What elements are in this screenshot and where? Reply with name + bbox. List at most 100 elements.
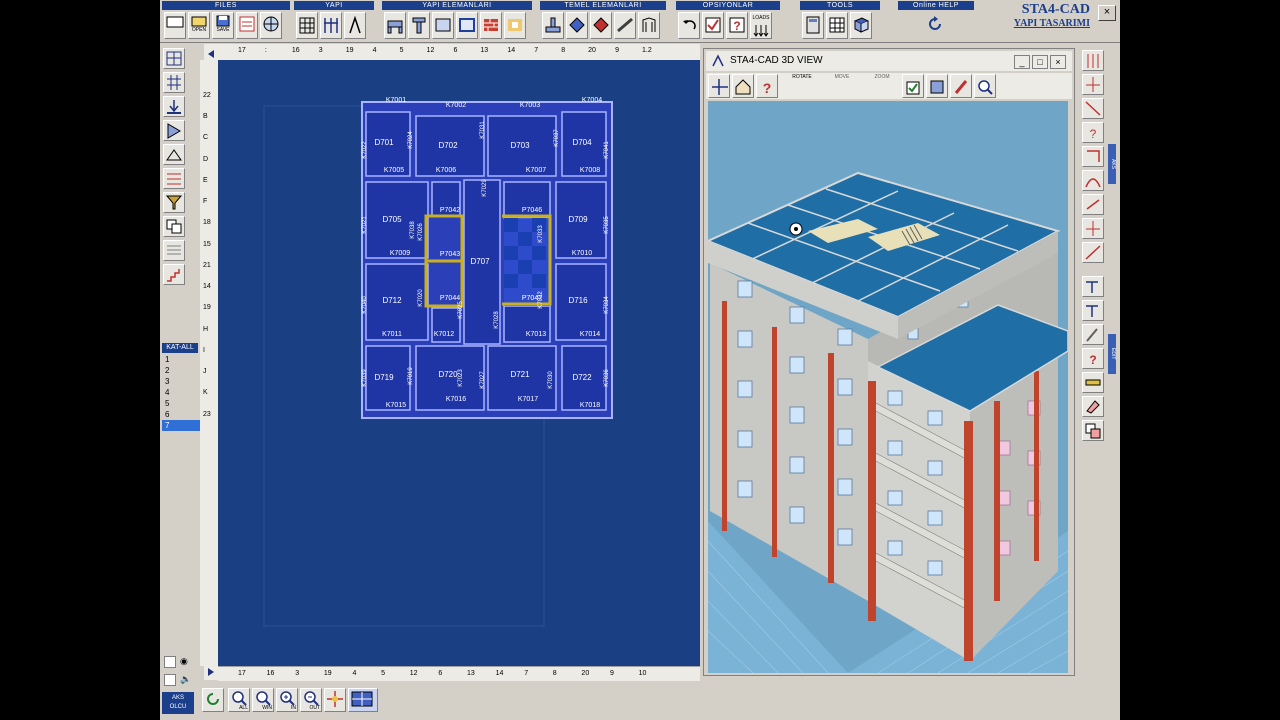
point-tool-button[interactable] <box>1082 74 1104 95</box>
beam-label[interactable]: K7006 <box>436 167 456 174</box>
ruler-button[interactable] <box>344 12 366 39</box>
vertical-beam-label[interactable]: K7025 <box>458 301 464 319</box>
eraser-button[interactable] <box>1082 396 1104 417</box>
open-button[interactable]: OPEN <box>188 12 210 39</box>
calculator-button[interactable] <box>802 12 824 39</box>
footing-button[interactable] <box>542 12 564 39</box>
vertical-beam-label[interactable]: K7037 <box>554 129 560 147</box>
stairs-button[interactable] <box>163 264 185 285</box>
filter-button[interactable] <box>163 192 185 213</box>
3d-home-button[interactable] <box>732 74 754 98</box>
app-close-button[interactable]: × <box>1098 5 1116 21</box>
opening-button[interactable] <box>504 12 526 39</box>
wall-button[interactable] <box>456 12 478 39</box>
brick-button[interactable] <box>480 12 502 39</box>
vertical-beam-label[interactable]: K7034 <box>604 296 610 314</box>
beam-button[interactable] <box>384 12 406 39</box>
shear-wall-label[interactable]: P7044 <box>440 295 460 302</box>
zoom-all-button[interactable]: ALL <box>228 688 250 712</box>
beam-label[interactable]: K7015 <box>386 402 406 409</box>
slab-label[interactable]: D720 <box>438 370 458 379</box>
online-help-button[interactable] <box>924 12 946 39</box>
beam-label[interactable]: K7004 <box>582 97 602 104</box>
floor-plan-canvas[interactable]: K7001 K7002 K7003 K7004 K7005 K7006 K700… <box>218 60 700 666</box>
zoom-out-button[interactable]: OUT <box>300 688 322 712</box>
vertical-beam-label[interactable]: K7019 <box>408 367 414 385</box>
beam-label[interactable]: K7017 <box>518 396 538 403</box>
beam-label[interactable]: K7012 <box>434 331 454 338</box>
3d-paint-button[interactable] <box>950 74 972 98</box>
fit-view-button[interactable] <box>348 688 378 712</box>
edit-bar-button[interactable] <box>1082 372 1104 393</box>
zoom-control[interactable]: ZOOM <box>866 74 898 98</box>
slab-label[interactable]: D705 <box>382 215 402 224</box>
slab-label[interactable]: D703 <box>510 141 530 150</box>
move-down-button[interactable] <box>163 96 185 117</box>
slab-label[interactable]: D702 <box>438 141 458 150</box>
beam-label[interactable]: K7002 <box>446 102 466 109</box>
floor-item[interactable]: 6 <box>162 409 200 420</box>
pile-button[interactable] <box>590 12 612 39</box>
floor-item[interactable]: 1 <box>162 354 200 365</box>
beam-label[interactable]: K7016 <box>446 396 466 403</box>
vertical-beam-label[interactable]: K7031 <box>480 121 486 139</box>
slab-label[interactable]: D721 <box>510 370 530 379</box>
check-button[interactable] <box>702 12 724 39</box>
floor-item-selected[interactable]: 7 <box>162 420 200 431</box>
beam-label[interactable]: K7013 <box>526 331 546 338</box>
option-checkbox-1[interactable] <box>164 656 176 668</box>
slab-label[interactable]: D709 <box>568 215 588 224</box>
beam-label[interactable]: K7001 <box>386 97 406 104</box>
aks-olcu-button[interactable]: AKS OLCU <box>162 692 194 714</box>
slab-label[interactable]: D719 <box>374 373 394 382</box>
vertical-beam-label[interactable]: K7030 <box>548 371 554 389</box>
edit-brush-button[interactable] <box>1082 324 1104 345</box>
3d-building-render[interactable] <box>708 101 1068 673</box>
vertical-beam-label[interactable]: K7021 <box>362 216 368 234</box>
vertical-beam-label[interactable]: K7040 <box>362 296 368 314</box>
3d-model-button[interactable] <box>926 74 948 98</box>
vertical-beam-label[interactable]: K7038 <box>410 221 416 239</box>
elevation-button[interactable] <box>163 144 185 165</box>
export-button[interactable] <box>260 12 282 39</box>
3d-check-button[interactable] <box>902 74 924 98</box>
arc-tool-button[interactable] <box>1082 170 1104 191</box>
vertical-beam-label[interactable]: K7039 <box>362 369 368 387</box>
3d-view-titlebar[interactable]: STA4-CAD 3D VIEW _ □ × <box>706 51 1072 71</box>
vertical-beam-label[interactable]: K7028 <box>494 311 500 329</box>
floor-item[interactable]: 2 <box>162 365 200 376</box>
offset-tool-button[interactable] <box>1082 218 1104 239</box>
3d-scene[interactable] <box>708 101 1068 673</box>
retaining-button[interactable] <box>638 12 660 39</box>
3d-close-button[interactable]: × <box>1050 55 1066 69</box>
beam-label[interactable]: K7005 <box>384 167 404 174</box>
slab-button[interactable] <box>432 12 454 39</box>
redraw-button[interactable] <box>202 688 224 712</box>
axis-button[interactable] <box>320 12 342 39</box>
shear-wall-label[interactable]: P7043 <box>440 251 460 258</box>
rotate-control[interactable]: ROTATE <box>786 74 818 98</box>
line-tool-button[interactable] <box>1082 98 1104 119</box>
3d-view-window[interactable]: STA4-CAD 3D VIEW _ □ × ? ROTATE MOVE ZOO… <box>703 48 1075 676</box>
3d-axes-button[interactable] <box>708 74 730 98</box>
slab-label[interactable]: D712 <box>382 296 402 305</box>
trim-tool-button[interactable] <box>1082 242 1104 263</box>
story-settings-button[interactable] <box>163 168 185 189</box>
save-button[interactable]: SAVE <box>212 12 234 39</box>
beam-label[interactable]: K7003 <box>520 102 540 109</box>
copy-story-button[interactable] <box>163 216 185 237</box>
edit-query-button[interactable]: ? <box>1082 348 1104 369</box>
slab-label[interactable]: D716 <box>568 296 588 305</box>
slab-label[interactable]: D704 <box>572 138 592 147</box>
edit-copy-button[interactable] <box>1082 276 1104 297</box>
tie-beam-button[interactable] <box>614 12 636 39</box>
beam-label[interactable]: K7007 <box>526 167 546 174</box>
floor-item[interactable]: 4 <box>162 387 200 398</box>
rect-tool-button[interactable] <box>1082 146 1104 167</box>
undo-button[interactable] <box>678 12 700 39</box>
print-button[interactable] <box>236 12 258 39</box>
3d-zoom-button[interactable] <box>974 74 996 98</box>
beam-label[interactable]: K7009 <box>390 250 410 257</box>
edit-layers-button[interactable] <box>1082 420 1104 441</box>
structure-button[interactable] <box>296 12 318 39</box>
